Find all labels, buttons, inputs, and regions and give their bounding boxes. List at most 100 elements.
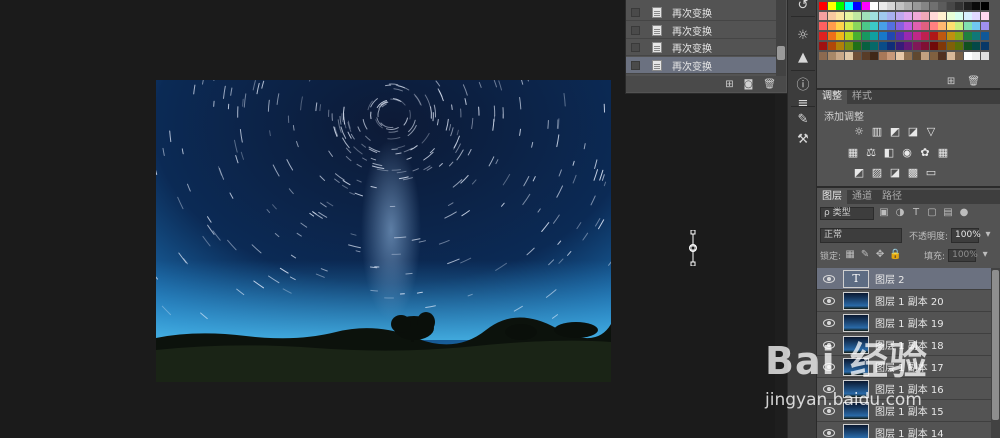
color-swatch[interactable] (904, 22, 912, 30)
color-swatch[interactable] (878, 52, 887, 60)
color-swatch[interactable] (929, 22, 938, 30)
brightness-contrast-icon[interactable]: ☼ (853, 126, 865, 138)
color-swatch[interactable] (878, 42, 887, 50)
lock-transparent-pixels-icon[interactable]: ▦ (844, 249, 856, 261)
trash-icon[interactable]: 🗑 (763, 79, 776, 90)
filter-toggle-icon[interactable]: ● (958, 207, 970, 219)
color-swatch[interactable] (827, 22, 836, 30)
levels-icon[interactable]: ▥ (871, 126, 883, 138)
color-swatch[interactable] (827, 12, 836, 20)
histogram-icon[interactable]: ▲ (794, 50, 812, 66)
color-swatch[interactable] (870, 32, 878, 40)
color-swatch[interactable] (844, 2, 853, 10)
color-swatch[interactable] (904, 42, 912, 50)
color-swatch[interactable] (955, 2, 963, 10)
color-swatch[interactable] (955, 52, 963, 60)
color-swatch[interactable] (887, 52, 895, 60)
color-swatch[interactable] (853, 52, 861, 60)
color-swatch[interactable] (827, 32, 836, 40)
visibility-eye-icon[interactable] (823, 296, 835, 305)
chevron-down-icon[interactable]: ▾ (979, 249, 991, 261)
color-swatch[interactable] (895, 2, 904, 10)
color-swatch[interactable] (904, 32, 912, 40)
color-swatch[interactable] (980, 2, 989, 10)
lock-image-pixels-icon[interactable]: ✎ (859, 249, 871, 261)
history-snapshot-checkbox[interactable] (631, 7, 640, 17)
color-swatch[interactable] (980, 12, 989, 20)
color-swatch[interactable] (895, 52, 904, 60)
gradient-map-icon[interactable]: ▭ (925, 167, 937, 179)
color-swatch[interactable] (929, 52, 938, 60)
new-swatch-icon[interactable]: ⊞ (947, 76, 955, 87)
color-swatch[interactable] (912, 22, 921, 30)
color-swatch[interactable] (980, 52, 989, 60)
history-snapshot-checkbox[interactable] (631, 25, 640, 35)
color-swatch[interactable] (819, 22, 827, 30)
color-balance-icon[interactable]: ⚖ (865, 147, 877, 159)
lock-all-icon[interactable]: 🔒 (889, 249, 901, 261)
color-swatch[interactable] (972, 12, 980, 20)
color-swatch[interactable] (853, 42, 861, 50)
color-swatch[interactable] (844, 22, 853, 30)
color-swatch[interactable] (887, 22, 895, 30)
threshold-icon[interactable]: ◪ (889, 167, 901, 179)
layer-filter-kind-select[interactable]: ρ 类型 (820, 206, 874, 220)
color-swatch[interactable] (955, 22, 963, 30)
color-swatch[interactable] (972, 52, 980, 60)
color-swatch[interactable] (938, 52, 946, 60)
color-swatch[interactable] (836, 12, 844, 20)
black-white-icon[interactable]: ◧ (883, 147, 895, 159)
photo-filter-icon[interactable]: ◉ (901, 147, 913, 159)
color-swatch[interactable] (963, 12, 972, 20)
history-item-selected[interactable]: 再次变换 (626, 57, 776, 74)
posterize-icon[interactable]: ▨ (871, 167, 883, 179)
info-icon[interactable]: ⓘ (794, 78, 812, 94)
color-swatch[interactable] (980, 22, 989, 30)
camera-snapshot-icon[interactable]: ◙ (744, 79, 754, 90)
color-swatch[interactable] (929, 42, 938, 50)
layer-row[interactable]: 图层 1 副本 18 (817, 334, 991, 356)
adjustment-filter-icon[interactable]: ◑ (894, 207, 906, 219)
color-swatch[interactable] (946, 32, 955, 40)
color-swatch[interactable] (819, 12, 827, 20)
color-swatch[interactable] (980, 32, 989, 40)
color-swatch[interactable] (844, 52, 853, 60)
visibility-eye-icon[interactable] (823, 384, 835, 393)
visibility-eye-icon[interactable] (823, 406, 835, 415)
color-swatch[interactable] (870, 52, 878, 60)
color-swatch[interactable] (904, 52, 912, 60)
color-swatch[interactable] (912, 52, 921, 60)
tab-styles[interactable]: 样式 (847, 90, 877, 104)
history-item[interactable]: 再次变换 (626, 4, 776, 21)
color-swatch[interactable] (972, 42, 980, 50)
color-swatch[interactable] (887, 12, 895, 20)
visibility-eye-icon[interactable] (823, 318, 835, 327)
color-swatch[interactable] (963, 52, 972, 60)
brush-icon[interactable]: ✎ (794, 112, 812, 128)
invert-icon[interactable]: ◩ (853, 167, 865, 179)
color-swatch[interactable] (836, 32, 844, 40)
layer-row[interactable]: 图层 1 副本 19 (817, 312, 991, 334)
layer-row[interactable]: 图层 1 副本 17 (817, 356, 991, 378)
color-swatch[interactable] (836, 2, 844, 10)
color-swatch[interactable] (878, 32, 887, 40)
color-swatch[interactable] (827, 42, 836, 50)
color-swatch[interactable] (819, 52, 827, 60)
color-swatch[interactable] (895, 32, 904, 40)
color-swatch[interactable] (904, 2, 912, 10)
color-swatch[interactable] (853, 2, 861, 10)
color-swatch[interactable] (819, 2, 827, 10)
color-swatch[interactable] (946, 22, 955, 30)
color-swatch[interactable] (827, 52, 836, 60)
color-lookup-icon[interactable]: ▦ (937, 147, 949, 159)
lock-position-icon[interactable]: ✥ (874, 249, 886, 261)
color-swatch[interactable] (921, 12, 929, 20)
trash-icon[interactable]: 🗑 (967, 76, 980, 87)
color-swatch[interactable] (853, 32, 861, 40)
color-swatch[interactable] (955, 32, 963, 40)
history-scrollbar[interactable] (776, 0, 786, 76)
chevron-down-icon[interactable]: ▾ (982, 229, 994, 241)
layer-row[interactable]: 图层 1 副本 14 (817, 422, 991, 438)
star-trail-photo[interactable] (156, 80, 611, 382)
color-swatch[interactable] (836, 42, 844, 50)
